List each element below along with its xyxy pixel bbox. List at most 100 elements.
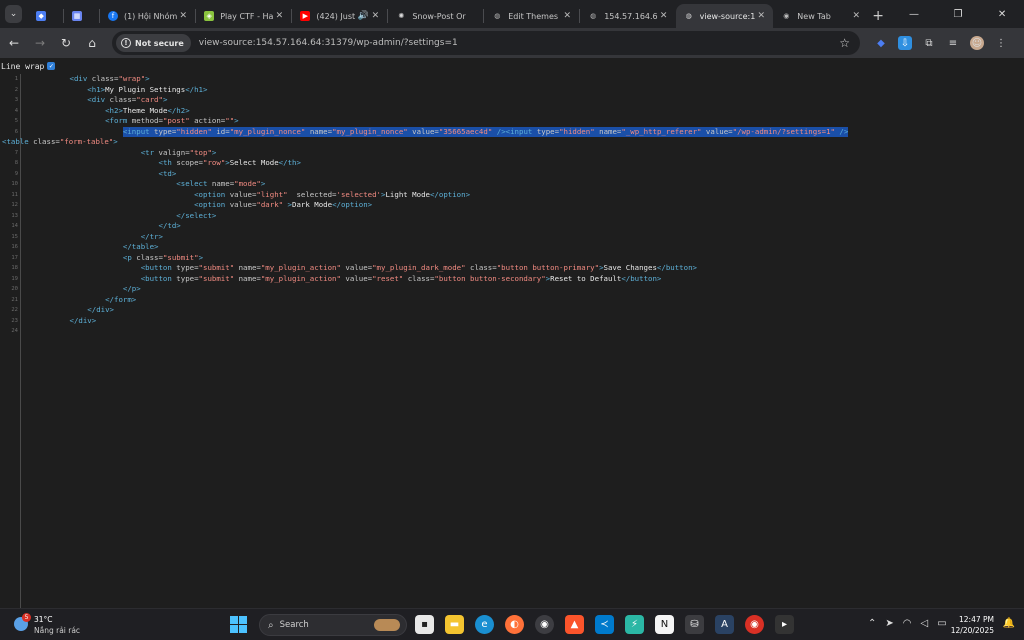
security-chip[interactable]: ! Not secure (116, 34, 191, 52)
money-icon[interactable]: ⛁ (685, 615, 704, 634)
app-s-icon[interactable]: ⚡ (625, 615, 644, 634)
media-list-icon[interactable]: ≡ (946, 36, 960, 50)
attribute-value: "card" (136, 95, 163, 104)
tab-snow-post[interactable]: ✺ Snow-Post Or (388, 4, 483, 28)
text-node: Theme Mode (122, 105, 168, 115)
address-bar[interactable]: ! Not secure view-source:154.57.164.64:3… (112, 31, 860, 55)
url-text[interactable]: view-source:154.57.164.64:31379/wp-admin… (199, 38, 839, 48)
start-button[interactable] (230, 616, 247, 633)
source-line: 5 <form method="post" action=""> (0, 116, 1024, 126)
reload-icon[interactable]: ↻ (54, 36, 78, 50)
tag-token: > (162, 95, 168, 104)
profile-avatar[interactable]: ☺ (970, 36, 984, 50)
source-line: <table class="form-table"> (0, 137, 1024, 147)
wifi-icon[interactable]: ◠ (903, 618, 912, 629)
taskbar-search[interactable]: ⌕ Search (259, 614, 407, 636)
tag-token: </th> (278, 158, 301, 167)
line-number: 24 (11, 328, 18, 334)
edge-icon[interactable]: e (475, 615, 494, 634)
source-line: 24 (0, 326, 1024, 336)
tag-token: <h2> (105, 105, 123, 115)
snow-icon: ✺ (398, 12, 405, 20)
tag-token: </h2> (167, 105, 190, 115)
tab-facebook[interactable]: f (1) Hội Nhóm ✕ (100, 4, 195, 28)
line-number: 21 (11, 296, 18, 303)
line-wrap-checkbox[interactable]: ✓ (47, 62, 56, 70)
location-icon[interactable]: ➤ (885, 618, 893, 629)
attribute-value: "top" (189, 147, 212, 157)
tab-ip-address[interactable]: ◍ 154.57.164.6 ✕ (580, 4, 675, 28)
source-line: 11 <option value="light" selected='select… (0, 190, 1024, 200)
line-code: </select> (176, 211, 216, 221)
new-tab-button[interactable]: + (872, 8, 884, 24)
tab-play-ctf[interactable]: ◈ Play CTF - Ha ✕ (196, 4, 291, 28)
close-icon[interactable]: ✕ (755, 11, 767, 21)
tag-token: <option (194, 200, 230, 209)
tag-token: </button> (621, 273, 662, 283)
line-number: 18 (11, 265, 18, 271)
tab-pinned-gem[interactable]: ◆ (28, 4, 63, 28)
back-icon[interactable]: ← (2, 36, 26, 50)
source-line: 7 <tr valign="top"> (0, 148, 1024, 158)
close-window-icon[interactable]: ✕ (980, 9, 1024, 20)
chevron-down-icon: ⌄ (9, 9, 18, 19)
file-explorer-icon[interactable]: ▬ (445, 615, 464, 634)
notion-icon[interactable]: N (655, 615, 674, 634)
tab-new-tab[interactable]: ◉ New Tab ✕ (773, 4, 868, 28)
attribute-value: "submit" (162, 252, 199, 262)
tab-title: Play CTF - Ha (220, 11, 274, 21)
attribute-name: valign= (158, 147, 190, 157)
attribute-name: class= (91, 74, 119, 83)
maximize-icon[interactable]: ❐ (936, 9, 980, 20)
home-icon[interactable]: ⌂ (80, 36, 104, 50)
line-number: 20 (11, 286, 18, 292)
forward-icon[interactable]: → (28, 36, 52, 50)
tag-token: <input (505, 126, 537, 136)
notification-bell-icon[interactable]: 🔔 (1003, 618, 1015, 629)
line-code: <div class="wrap"> (70, 74, 150, 84)
tag-token: <button (140, 273, 177, 283)
vscode-icon[interactable]: ≺ (595, 615, 614, 634)
tab-edit-themes[interactable]: ◍ Edit Themes ✕ (484, 4, 579, 28)
terminal-icon[interactable]: ▸ (775, 615, 794, 634)
bookmark-star-icon[interactable]: ☆ (839, 36, 850, 50)
download-extension-icon[interactable]: ⇩ (898, 36, 912, 50)
chrome-alt-icon[interactable]: ◉ (745, 615, 764, 634)
weather-temperature: 31°C (34, 615, 53, 624)
tab-view-source[interactable]: ◍ view-source:1 ✕ (675, 4, 774, 28)
close-icon[interactable]: ✕ (273, 11, 285, 21)
attribute-value: "mode" (234, 179, 261, 188)
volume-icon[interactable]: ◁ (921, 618, 929, 629)
tab-pinned-calendar[interactable]: ▦ (64, 4, 99, 28)
minimize-icon[interactable]: — (892, 9, 936, 20)
search-placeholder: Search (279, 620, 309, 630)
text-node: My Plugin Settings (105, 84, 186, 94)
line-code: <h2>Theme Mode</h2> (105, 106, 190, 116)
line-number: 19 (11, 275, 18, 282)
close-icon[interactable]: ✕ (658, 11, 670, 21)
speaker-icon[interactable]: 🔊 (357, 11, 369, 21)
puzzle-icon[interactable]: ⧉ (922, 36, 936, 50)
close-icon[interactable]: ✕ (177, 11, 189, 21)
task-view-icon[interactable]: ▪ (415, 615, 434, 634)
chevron-up-icon[interactable]: ⌃ (868, 618, 876, 629)
close-icon[interactable]: ✕ (369, 11, 381, 21)
app-a-icon[interactable]: A (715, 615, 734, 634)
close-icon[interactable]: ✕ (561, 11, 573, 21)
close-icon[interactable]: ✕ (850, 11, 862, 21)
security-label: Not secure (135, 38, 184, 48)
brave-icon[interactable]: ▲ (565, 615, 584, 634)
taskbar-clock[interactable]: 12:47 PM 12/20/2025 (951, 614, 994, 636)
tab-youtube[interactable]: ▶ (424) Just 🔊 ✕ (292, 4, 387, 28)
battery-icon[interactable]: ▭ (937, 618, 946, 629)
menu-kebab-icon[interactable]: ⋮ (994, 36, 1008, 50)
weather-badge: 5 (22, 613, 31, 622)
gem-extension-icon[interactable]: ◆ (874, 36, 888, 50)
text-node: Save Changes (603, 263, 657, 272)
line-number: 8 (14, 160, 18, 166)
chrome-taskbar-icon[interactable]: ◉ (535, 615, 554, 634)
line-code: <td> (159, 169, 177, 179)
tab-search-button[interactable]: ⌄ (5, 5, 23, 23)
firefox-icon[interactable]: ◐ (505, 615, 524, 634)
tab-title: view-source:1 (699, 11, 756, 21)
